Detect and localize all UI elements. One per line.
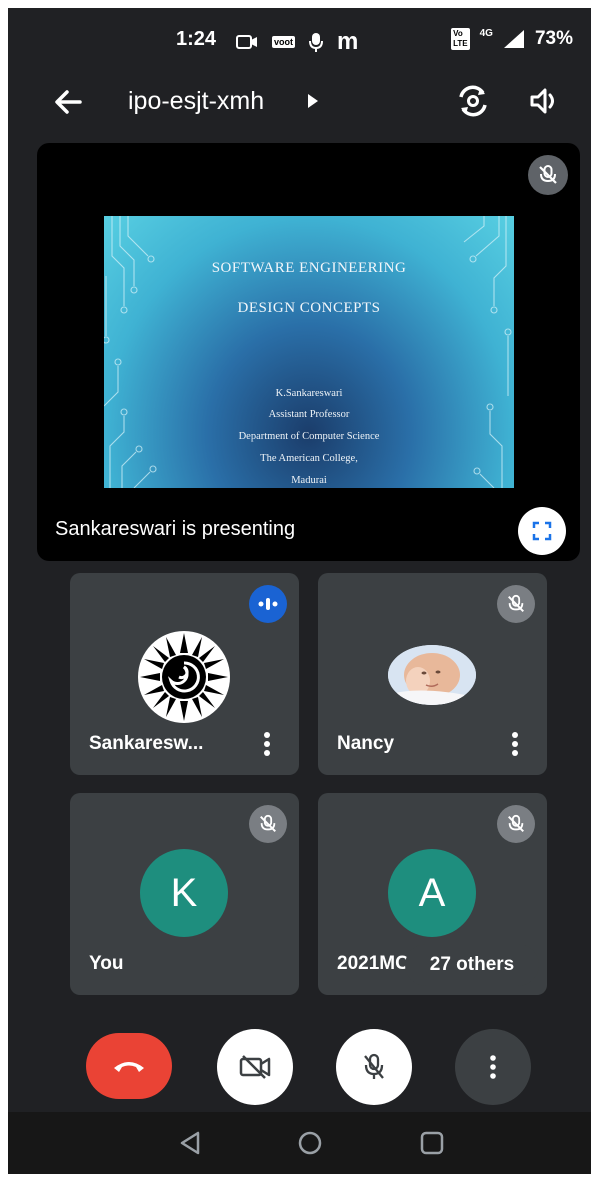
slide-title-line1: SOFTWARE ENGINEERING — [211, 260, 407, 276]
participant-tile[interactable]: Nancy — [318, 573, 547, 775]
circuit-decoration — [104, 216, 512, 488]
camera-toggle-button[interactable] — [217, 1029, 293, 1105]
screen-record-icon — [236, 35, 257, 49]
status-time: 1:24 — [176, 28, 217, 50]
presenter-muted-icon — [528, 155, 568, 195]
status-bar: 1:24 voot m Vo LTE 4G 73% — [8, 20, 591, 60]
participant-name: You — [89, 953, 124, 974]
avatar: K — [140, 849, 228, 937]
frame-left — [0, 0, 8, 1182]
nav-recents-icon[interactable] — [419, 1130, 445, 1156]
slide-department: Department of Computer Science — [238, 431, 380, 442]
participant-tile[interactable]: Sankaresw... — [70, 573, 299, 775]
end-call-button[interactable] — [86, 1033, 172, 1099]
volte-icon: Vo LTE — [451, 28, 470, 50]
slide-college: The American College, — [260, 453, 358, 464]
participant-name: Nancy — [337, 733, 395, 754]
battery-percent: 73% — [534, 28, 573, 49]
nav-home-icon[interactable] — [297, 1130, 323, 1156]
slide-author: K.Sankareswari — [275, 388, 343, 399]
presenting-caption: Sankareswari is presenting — [55, 518, 296, 540]
avatar: A — [388, 849, 476, 937]
status-icons: voot m — [236, 28, 358, 56]
more-vert-icon — [490, 1055, 496, 1079]
camera-off-icon — [239, 1055, 271, 1079]
shared-slide: SOFTWARE ENGINEERING DESIGN CONCEPTS K.S… — [104, 216, 514, 488]
status-right: Vo LTE 4G 73% — [451, 28, 573, 50]
slide-title-line2: DESIGN CONCEPTS — [237, 300, 381, 316]
speaking-indicator-icon — [249, 585, 287, 623]
call-header: ipo-esjt-xmh — [8, 80, 591, 124]
presentation-tile[interactable]: SOFTWARE ENGINEERING DESIGN CONCEPTS K.S… — [37, 143, 580, 561]
participant-name: Sankaresw... — [89, 733, 204, 754]
switch-camera-icon[interactable] — [454, 82, 492, 120]
more-options-icon[interactable] — [505, 729, 525, 759]
muted-icon — [249, 805, 287, 843]
muted-icon — [497, 585, 535, 623]
system-nav-bar — [8, 1112, 591, 1174]
speaker-icon[interactable] — [528, 84, 562, 118]
hang-up-icon — [114, 1062, 144, 1072]
mic-toggle-button[interactable] — [336, 1029, 412, 1105]
frame-bottom — [0, 1174, 599, 1182]
others-count-pill[interactable]: 27 others — [405, 944, 539, 986]
more-options-button[interactable] — [455, 1029, 531, 1105]
sun-logo-avatar — [138, 631, 230, 723]
slide-role: Assistant Professor — [268, 409, 350, 420]
mic-off-icon — [364, 1053, 384, 1079]
slide-city: Madurai — [291, 475, 327, 486]
network-type-label: 4G — [479, 27, 493, 39]
fullscreen-icon — [532, 521, 552, 541]
muted-icon — [497, 805, 535, 843]
back-arrow-icon[interactable] — [50, 84, 86, 120]
voot-icon: voot — [272, 36, 295, 48]
more-options-icon[interactable] — [257, 729, 277, 759]
frame-top — [0, 0, 599, 8]
nav-back-icon[interactable] — [178, 1130, 204, 1156]
m-app-icon: m — [337, 28, 359, 55]
mic-status-icon — [309, 33, 323, 52]
meeting-details-caret-icon[interactable] — [308, 94, 318, 108]
fullscreen-button[interactable] — [518, 507, 566, 555]
signal-icon — [503, 30, 524, 48]
baby-photo-avatar — [388, 645, 476, 705]
self-tile[interactable]: K You — [70, 793, 299, 995]
meeting-code[interactable]: ipo-esjt-xmh — [128, 87, 264, 116]
frame-right — [591, 0, 599, 1182]
